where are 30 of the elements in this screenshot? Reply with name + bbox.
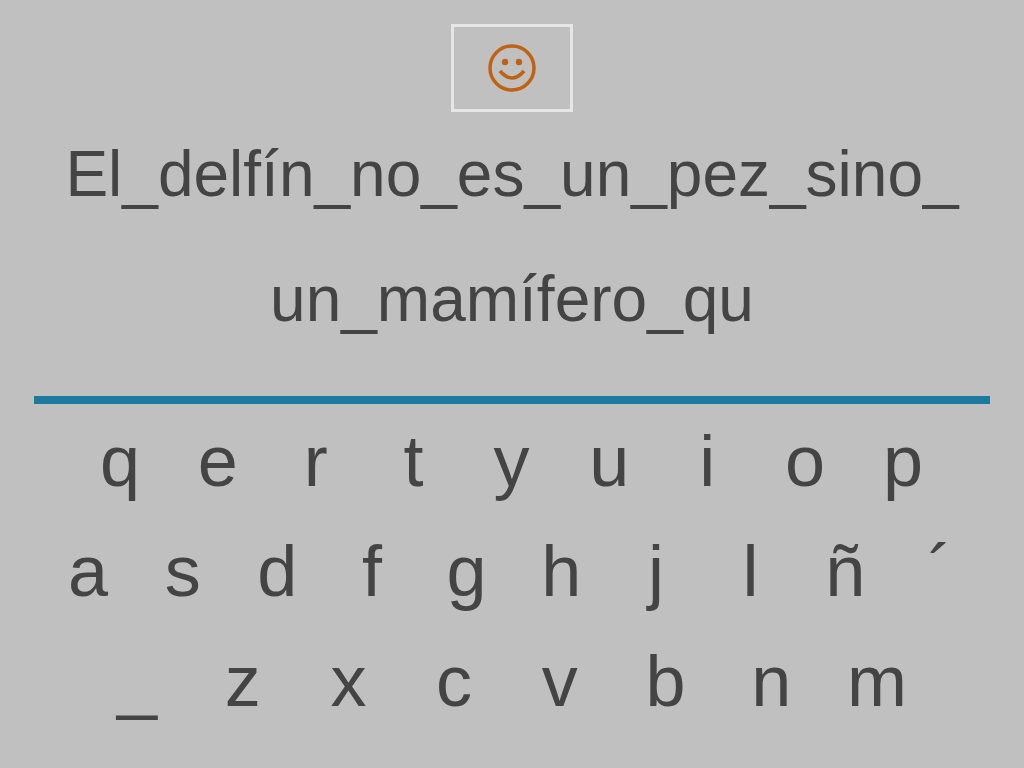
letter-key[interactable]: ñ	[805, 523, 886, 619]
letter-key[interactable]: m	[836, 633, 917, 729]
letter-key[interactable]: g	[426, 523, 507, 619]
letter-key[interactable]: p	[863, 413, 943, 509]
letter-key[interactable]: v	[519, 633, 600, 729]
letter-key[interactable]: y	[471, 413, 552, 509]
letter-key[interactable]: f	[331, 523, 412, 619]
letter-key[interactable]: o	[765, 413, 846, 509]
letter-key[interactable]: j	[615, 523, 696, 619]
letter-key[interactable]: n	[731, 633, 812, 729]
letter-key[interactable]: ´	[899, 523, 980, 619]
letter-key[interactable]: c	[414, 633, 495, 729]
letter-key[interactable]: z	[202, 633, 283, 729]
letter-key[interactable]: a	[48, 523, 128, 619]
letter-key[interactable]: t	[373, 413, 454, 509]
letter-key[interactable]: u	[569, 413, 650, 509]
letter-key[interactable]: e	[177, 413, 258, 509]
letter-key[interactable]: x	[308, 633, 389, 729]
letter-key[interactable]: _	[97, 633, 177, 729]
smiley-icon	[487, 43, 537, 93]
letter-key[interactable]: l	[710, 523, 791, 619]
letter-key[interactable]: h	[521, 523, 602, 619]
sentence-line: El_delfín_no_es_un_pez_sino_	[65, 137, 959, 212]
letter-key[interactable]: d	[237, 523, 318, 619]
letter-key[interactable]: i	[667, 413, 748, 509]
letter-key[interactable]: b	[625, 633, 706, 729]
letter-key[interactable]: r	[275, 413, 356, 509]
letter-key[interactable]: s	[142, 523, 223, 619]
letter-key[interactable]: q	[80, 413, 160, 509]
sentence-line: un_mamífero_qu	[270, 262, 754, 337]
